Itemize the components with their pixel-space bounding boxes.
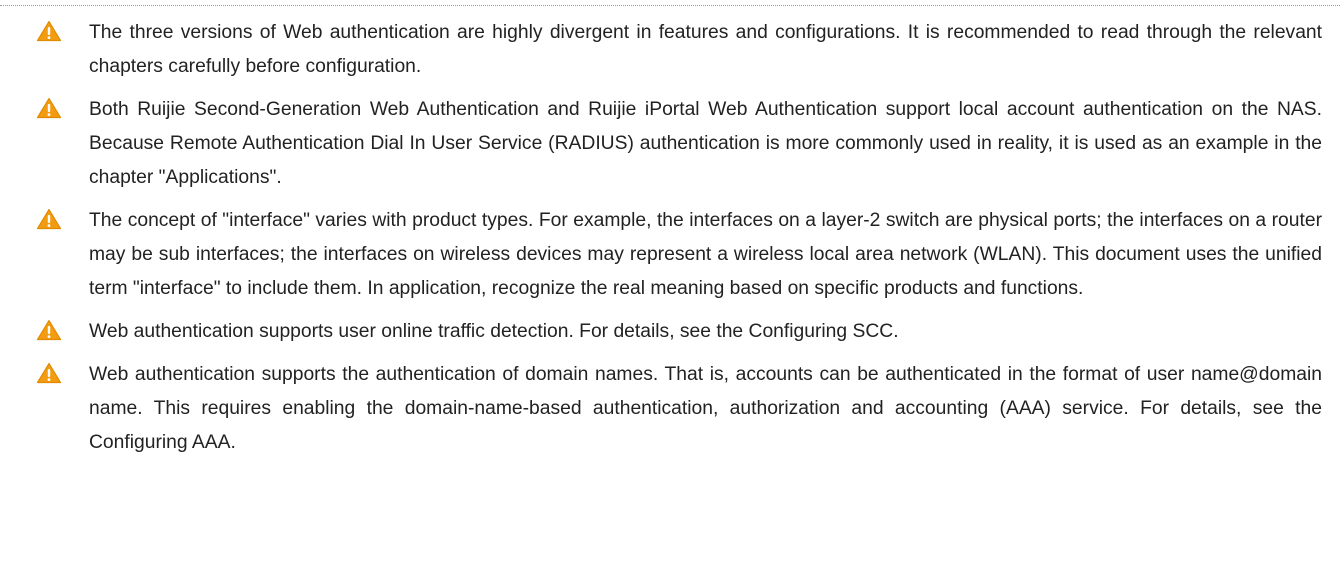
warning-triangle-icon [36, 208, 62, 230]
caution-note-1: The three versions of Web authentication… [36, 16, 1322, 84]
note-text: Both Ruijie Second-Generation Web Authen… [89, 99, 1322, 188]
caution-note-3: The concept of "interface" varies with p… [36, 204, 1322, 306]
note-text: The three versions of Web authentication… [89, 22, 1322, 77]
note-text: Web authentication supports user online … [89, 321, 899, 342]
note-text: The concept of "interface" varies with p… [89, 210, 1322, 299]
top-divider [0, 5, 1340, 6]
warning-triangle-icon [36, 319, 62, 341]
caution-note-5: Web authentication supports the authenti… [36, 358, 1322, 460]
caution-note-4: Web authentication supports user online … [36, 315, 1322, 349]
warning-triangle-icon [36, 362, 62, 384]
warning-triangle-icon [36, 20, 62, 42]
caution-notes-list: The three versions of Web authentication… [36, 16, 1322, 469]
warning-triangle-icon [36, 97, 62, 119]
caution-note-2: Both Ruijie Second-Generation Web Authen… [36, 93, 1322, 195]
note-text: Web authentication supports the authenti… [89, 364, 1322, 453]
